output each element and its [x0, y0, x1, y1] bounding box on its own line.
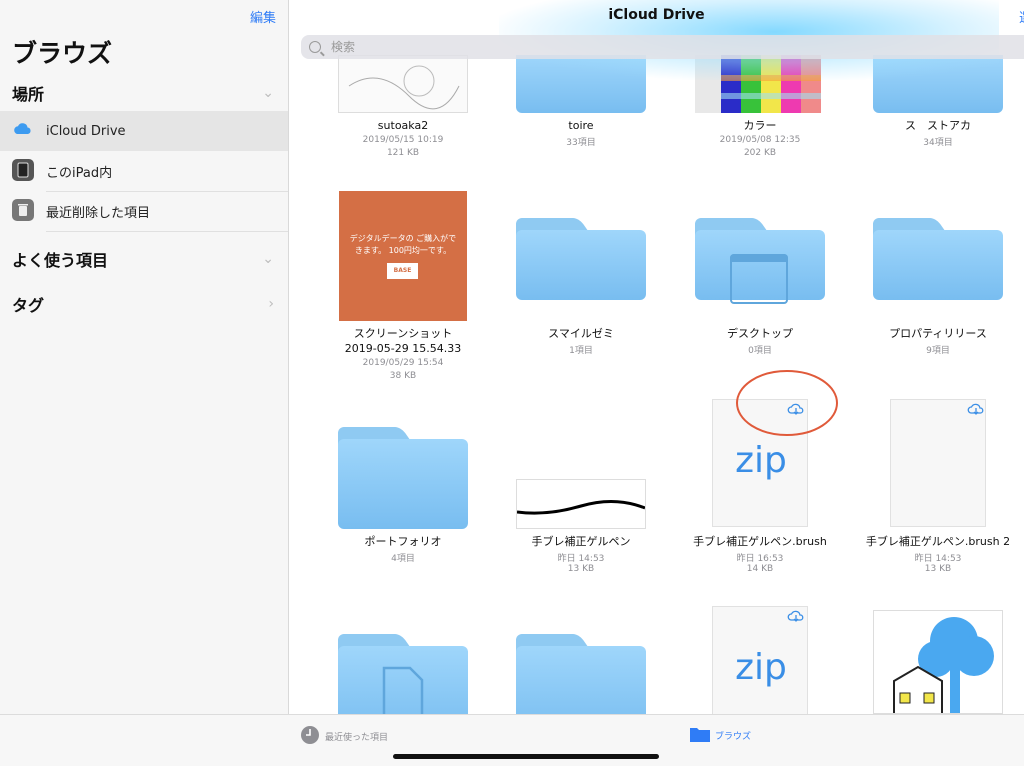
- folder-name: toire: [568, 119, 594, 132]
- sidebar-item-icloud-drive[interactable]: iCloud Drive: [0, 111, 288, 151]
- file-name: 手ブレ補正ゲルペン.brush: [693, 535, 827, 548]
- tab-browse-label: ブラウズ: [715, 732, 752, 742]
- file-name: sutoaka2: [377, 119, 429, 132]
- file-date: 昨日 16:53: [736, 554, 784, 564]
- divider: [46, 231, 288, 232]
- base-badge: BASE: [387, 263, 418, 279]
- sidebar: 編集 ブラウズ 場所 ⌄ iCloud Drive このiPad内 最近削除した…: [0, 0, 289, 714]
- search-input[interactable]: [329, 39, 633, 55]
- file-size: 13 KB: [567, 564, 595, 574]
- main-content: sutoaka2 2019/05/15 10:19 121 KB toire 3…: [289, 0, 1024, 714]
- tags-header[interactable]: タグ ›: [12, 291, 274, 317]
- screenshot-text: デジタルデータの ご購入ができます。 100円均一です。: [349, 234, 457, 255]
- file-date: 2019/05/29 15:54: [362, 358, 444, 368]
- sidebar-item-label: iCloud Drive: [46, 123, 126, 139]
- folder-name: ポートフォリオ: [364, 535, 442, 548]
- chevron-down-icon: ⌄: [262, 251, 274, 267]
- icloud-icon: [12, 119, 34, 141]
- chevron-right-icon: ›: [268, 296, 274, 312]
- folder-count: 33項目: [566, 138, 596, 148]
- tree-illustration-thumbnail: [873, 610, 1003, 714]
- file-name: 手ブレ補正ゲルペン: [531, 535, 631, 548]
- sidebar-item-recently-deleted[interactable]: 最近削除した項目: [0, 191, 288, 231]
- file-size: 202 KB: [743, 148, 777, 158]
- folder-icon: [516, 218, 646, 300]
- sidebar-item-label: 最近削除した項目: [46, 205, 151, 221]
- sidebar-item-label: このiPad内: [46, 165, 113, 181]
- file-size: 13 KB: [924, 564, 952, 574]
- folder-count: 34項目: [923, 138, 953, 148]
- folder-name: デスクトップ: [727, 327, 793, 340]
- ipad-icon: [12, 159, 34, 181]
- sidebar-title: ブラウズ: [12, 39, 113, 68]
- select-button[interactable]: 選: [1019, 7, 1024, 26]
- folder-name: プロパティリリース: [889, 327, 987, 340]
- folder-count: 4項目: [391, 554, 415, 564]
- trash-icon: [12, 199, 34, 221]
- chevron-down-icon: ⌄: [262, 85, 274, 101]
- document-folder-icon: [338, 634, 468, 714]
- tab-recents-label: 最近使った項目: [325, 733, 389, 743]
- zip-label: zip: [735, 647, 787, 688]
- folder-icon: [689, 725, 711, 746]
- folder-icon: [338, 427, 468, 529]
- folder-count: 0項目: [748, 346, 772, 356]
- home-indicator: [393, 754, 659, 759]
- file-date: 2019/05/15 10:19: [362, 135, 444, 145]
- highlight-circle: [736, 370, 838, 436]
- favorites-header-label: よく使う項目: [12, 251, 109, 270]
- edit-button[interactable]: 編集: [250, 7, 276, 26]
- folder-count: 9項目: [926, 346, 950, 356]
- tags-header-label: タグ: [12, 296, 45, 315]
- zip-label: zip: [735, 440, 787, 481]
- favorites-header[interactable]: よく使う項目 ⌄: [12, 246, 274, 272]
- file-date: 昨日 14:53: [914, 554, 962, 564]
- locations-header-label: 場所: [12, 85, 45, 104]
- folder-count: 1項目: [569, 346, 593, 356]
- file-date: 2019/05/08 12:35: [719, 135, 801, 145]
- page-title: iCloud Drive: [608, 7, 705, 23]
- cloud-download-icon[interactable]: [787, 609, 805, 625]
- file-size: 121 KB: [386, 148, 420, 158]
- folder-name: スマイルゼミ: [548, 327, 614, 340]
- tab-recents[interactable]: 最近使った項目: [300, 725, 388, 748]
- search-bar[interactable]: [301, 35, 1024, 59]
- sidebar-item-this-ipad[interactable]: このiPad内: [0, 151, 288, 191]
- file-name-line2: 2019-05-29 15.54.33: [344, 342, 462, 355]
- folder-icon: [873, 218, 1003, 300]
- stroke-thumbnail: [516, 479, 646, 529]
- file-name: 手ブレ補正ゲルペン.brush 2: [865, 535, 1011, 548]
- cloud-download-icon[interactable]: [967, 402, 985, 418]
- file-name-line1: スクリーンショット: [353, 327, 453, 340]
- screenshot-thumbnail: デジタルデータの ご購入ができます。 100円均一です。 BASE: [339, 191, 467, 321]
- file-date: 昨日 14:53: [557, 554, 605, 564]
- document-icon: [890, 399, 986, 527]
- file-size: 14 KB: [746, 564, 774, 574]
- locations-header[interactable]: 場所 ⌄: [12, 80, 274, 106]
- desktop-folder-icon: [695, 218, 825, 304]
- folder-icon: [516, 634, 646, 714]
- file-size: 38 KB: [389, 371, 417, 381]
- tab-browse[interactable]: ブラウズ: [689, 725, 751, 746]
- clock-icon: [300, 725, 320, 748]
- search-icon: [309, 41, 321, 53]
